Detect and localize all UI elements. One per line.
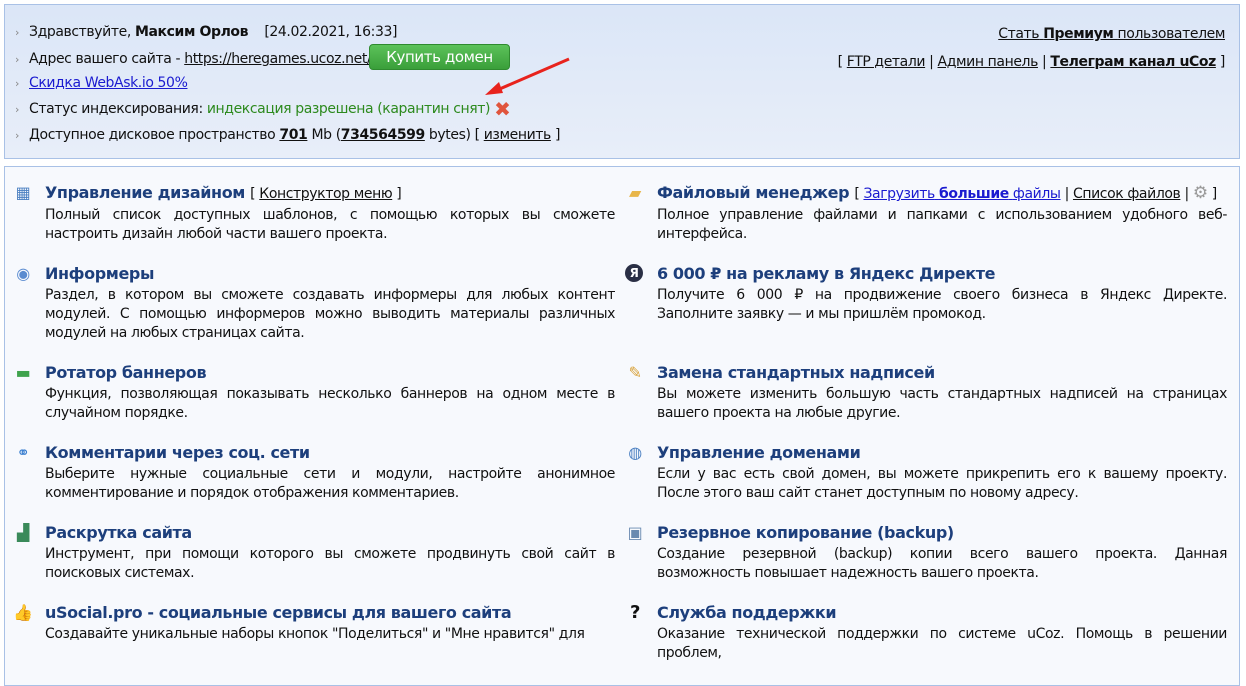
thumbs-up-icon: 👍	[13, 603, 33, 622]
user-name: Максим Орлов	[134, 24, 249, 40]
index-status: индексация разрешена (карантин снят)	[206, 101, 491, 117]
section-desc: Создание резервной (backup) копии всего …	[657, 546, 1227, 581]
address-line: › Адрес вашего сайта - https://heregames.…	[15, 44, 510, 70]
close-icon[interactable]: ✖	[494, 97, 511, 121]
quick-links: [ FTP детали | Админ панель | Телеграм к…	[837, 54, 1226, 70]
section-informers: ◉ Информеры Раздел, в котором вы сможете с…	[13, 262, 615, 343]
discount-line: › Скидка WebAsk.io 50%	[15, 72, 188, 94]
section-desc: Функция, позволяющая показывать нескольк…	[45, 386, 615, 421]
red-arrow-annotation	[485, 57, 570, 95]
backup-icon: ▣	[627, 523, 643, 542]
upload-bold: большие	[938, 186, 1009, 202]
section-support: ? Служба поддержки Оказание технической по…	[625, 601, 1227, 663]
yandex-icon: Я	[625, 264, 643, 282]
bullet-icon: ›	[15, 53, 19, 66]
premium-bold: Премиум	[1043, 26, 1114, 42]
admin-panel-link[interactable]: Админ панель	[938, 54, 1039, 70]
index-label: Статус индексирования:	[29, 101, 203, 117]
globe-icon: ◍	[628, 443, 642, 462]
section-desc: Выберите нужные социальные сети и модули…	[45, 466, 615, 501]
section-desc: Вы можете изменить большую часть стандар…	[657, 386, 1227, 421]
telegram-link[interactable]: Телеграм канал uCoz	[1050, 54, 1216, 70]
informers-link[interactable]: Информеры	[45, 264, 154, 283]
account-info-panel: › Здравствуйте, Максим Орлов [24.02.2021,…	[4, 4, 1240, 159]
section-desc: Создавайте уникальные наборы кнопок "Под…	[45, 626, 585, 642]
file-manager-link[interactable]: Файловый менеджер	[657, 183, 850, 202]
question-icon: ?	[629, 602, 641, 623]
section-banner-rotator: ▬ Ротатор баннеров Функция, позволяющая по…	[13, 361, 616, 423]
bullet-icon: ›	[15, 26, 19, 39]
disk-label: Доступное дисковое пространство	[29, 127, 276, 143]
modules-panel: ▦ Управление дизайном [ Конструктор меню …	[4, 166, 1240, 686]
disk-bytes: 734564599	[340, 127, 425, 143]
backup-link[interactable]: Резервное копирование (backup)	[657, 523, 954, 542]
design-link[interactable]: Управление дизайном	[45, 183, 245, 202]
discount-link[interactable]: Скидка WebAsk.io 50%	[29, 75, 188, 91]
section-desc: Полное управление файлами и папками с ис…	[657, 207, 1227, 242]
upload-post: файлы	[1012, 186, 1061, 202]
change-disk-link[interactable]: изменить	[484, 127, 552, 143]
social-comments-link[interactable]: Комментарии через соц. сети	[45, 443, 310, 462]
gear-icon[interactable]: ⚙	[1193, 183, 1208, 203]
banner-icon: ▬	[15, 363, 31, 382]
premium-post: пользователем	[1117, 26, 1226, 42]
support-link[interactable]: Служба поддержки	[657, 603, 837, 622]
greeting-line: › Здравствуйте, Максим Орлов [24.02.2021,…	[15, 21, 397, 43]
section-yandex-direct: Я 6 000 ₽ на рекламу в Яндекс Директе Полу…	[625, 262, 1227, 343]
replace-labels-link[interactable]: Замена стандартных надписей	[657, 363, 935, 382]
section-desc: Если у вас есть свой домен, вы можете пр…	[657, 466, 1227, 501]
index-line: › Статус индексирования: индексация разре…	[15, 97, 511, 121]
bullet-icon: ›	[15, 77, 19, 90]
yandex-direct-link[interactable]: 6 000 ₽ на рекламу в Яндекс Директе	[657, 264, 995, 283]
folder-icon: ▰	[629, 183, 641, 202]
section-desc: Раздел, в котором вы сможете создавать и…	[45, 287, 615, 341]
design-grid-icon: ▦	[15, 183, 31, 202]
section-desc: Инструмент, при помощи которого вы сможе…	[45, 546, 615, 581]
bullet-icon: ›	[15, 103, 19, 116]
section-desc: Полный список доступных шаблонов, с помо…	[45, 207, 615, 242]
banner-rotator-link[interactable]: Ротатор баннеров	[45, 363, 207, 382]
section-backup: ▣ Резервное копирование (backup) Создание …	[625, 521, 1228, 583]
section-usocial: 👍 uSocial.pro - социальные сервисы для ва…	[13, 601, 615, 663]
domains-link[interactable]: Управление доменами	[657, 443, 861, 462]
disk-line: › Доступное дисковое пространство 701 Mb …	[15, 124, 560, 146]
menu-builder-link[interactable]: Конструктор меню	[259, 186, 392, 202]
upload-large-files-link[interactable]: Загрузить большие файлы	[863, 186, 1060, 202]
ftp-link[interactable]: FTP детали	[847, 54, 926, 70]
address-label: Адрес вашего сайта -	[29, 51, 181, 67]
section-replace-labels: ✎ Замена стандартных надписей Вы можете из…	[625, 361, 1227, 423]
greeting: Здравствуйте,	[29, 24, 131, 40]
datetime: [24.02.2021, 16:33]	[264, 24, 398, 40]
antenna-icon: ◉	[16, 264, 30, 283]
section-social-comments: ⚭ Комментарии через соц. сети Выберите нуж…	[13, 441, 615, 503]
section-desc: Оказание технической поддержки по систем…	[657, 626, 1227, 661]
edit-text-icon: ✎	[628, 363, 642, 382]
mb-unit: Mb	[311, 127, 332, 143]
upload-pre: Загрузить	[863, 186, 935, 202]
disk-mb: 701	[279, 127, 308, 143]
promotion-link[interactable]: Раскрутка сайта	[45, 523, 192, 542]
section-promotion: ▟ Раскрутка сайта Инструмент, при помощи к…	[13, 521, 615, 583]
bullet-icon: ›	[15, 129, 19, 142]
section-design: ▦ Управление дизайном [ Конструктор меню …	[13, 181, 616, 244]
bytes-unit: bytes	[428, 127, 466, 143]
premium-link[interactable]: Стать Премиум пользователем	[998, 23, 1225, 45]
site-address-link[interactable]: https://heregames.ucoz.net/	[184, 51, 371, 67]
file-list-link[interactable]: Список файлов	[1073, 186, 1181, 202]
section-desc: Получите 6 000 ₽ на продвижение своего б…	[657, 287, 1227, 322]
social-link-icon: ⚭	[16, 443, 30, 462]
bar-chart-icon: ▟	[17, 523, 29, 542]
usocial-link[interactable]: uSocial.pro - социальные сервисы для ваш…	[45, 603, 512, 622]
premium-pre: Стать	[998, 26, 1040, 42]
section-file-manager: ▰ Файловый менеджер [ Загрузить большие ф…	[625, 181, 1227, 244]
section-domains: ◍ Управление доменами Если у вас есть свой…	[625, 441, 1227, 503]
